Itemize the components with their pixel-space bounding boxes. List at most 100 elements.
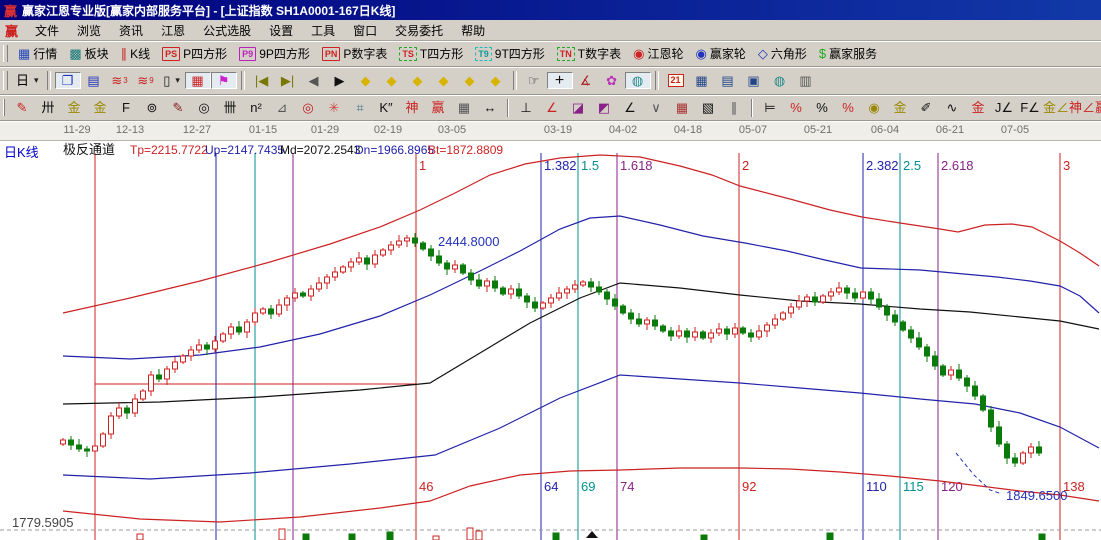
menu-browse[interactable]: 浏览: [68, 23, 110, 39]
ratio-table-tool[interactable]: ⊨: [757, 99, 783, 116]
diamond-zoom-out-button[interactable]: ◆: [457, 72, 483, 89]
p9-square-button[interactable]: P99P四方形: [233, 43, 316, 64]
diamond-pan-left-button[interactable]: ◆: [353, 72, 379, 89]
save-button[interactable]: ▣: [741, 72, 767, 89]
percent-line-tool[interactable]: %: [835, 99, 861, 116]
grid123-tool[interactable]: ▦: [451, 99, 477, 116]
angle-lines-tool[interactable]: ∠: [617, 99, 643, 116]
diamond-zoom-in-h-button[interactable]: ◆: [431, 72, 457, 89]
p-square-button[interactable]: PSP四方形: [156, 43, 233, 64]
web-export-button[interactable]: ◍: [767, 72, 793, 89]
toolbar-handle[interactable]: [3, 71, 8, 90]
hexagon-button[interactable]: ◇六角形: [752, 43, 813, 64]
v-lines-tool[interactable]: ∨: [643, 99, 669, 116]
period-select[interactable]: 日▾: [12, 72, 43, 89]
candlestick-chart[interactable]: 1461.382641.5691.618742922.3821102.51152…: [0, 141, 1101, 540]
menu-gann[interactable]: 江恩: [152, 23, 194, 39]
first-bar-button[interactable]: |◀: [249, 72, 275, 89]
t9-square-button[interactable]: T99T四方形: [469, 43, 551, 64]
gann-fan-tool[interactable]: ∠: [539, 99, 565, 116]
quote-button[interactable]: ▦行情: [12, 43, 63, 64]
p-number-button[interactable]: PNP数字表: [316, 43, 394, 64]
brain-tool-button[interactable]: ◍: [625, 72, 651, 89]
menu-news[interactable]: 资讯: [110, 23, 152, 39]
grid-arrow-tool[interactable]: ▧: [695, 99, 721, 116]
gold-angle-tool[interactable]: 金∠: [1043, 99, 1069, 116]
f-comb-tool[interactable]: F: [113, 99, 139, 116]
shen-angle-tool[interactable]: 神∠: [1069, 99, 1095, 116]
notes-button[interactable]: ▤: [715, 72, 741, 89]
crosshair-button[interactable]: +: [547, 72, 573, 89]
prev-bar-button[interactable]: ◀: [301, 72, 327, 89]
winner-service-button[interactable]: $赢家服务: [813, 43, 883, 64]
pattern-button[interactable]: ▦: [185, 72, 211, 89]
kline-button[interactable]: ∥K线: [115, 43, 157, 64]
percent-slash-tool[interactable]: %: [783, 99, 809, 116]
gold-comb-tool[interactable]: 金: [61, 99, 87, 116]
dropdown-arrow-icon[interactable]: ▾: [175, 75, 180, 86]
comb-tool[interactable]: 卅: [35, 99, 61, 116]
wave9-button[interactable]: ≋9: [133, 72, 159, 89]
menu-trade[interactable]: 交易委托: [386, 23, 452, 39]
t-square-button[interactable]: TST四方形: [393, 43, 469, 64]
angle-ruler-tool[interactable]: ⊿: [269, 99, 295, 116]
menu-settings[interactable]: 设置: [260, 23, 302, 39]
wave-tool[interactable]: ∿: [939, 99, 965, 116]
t-number-button[interactable]: TNT数字表: [551, 43, 627, 64]
info-panel-button[interactable]: ▤: [81, 72, 107, 89]
window-layout-button[interactable]: ❐: [55, 72, 81, 89]
web-grid-tool[interactable]: ⌗: [347, 99, 373, 116]
toolbar-handle[interactable]: [3, 45, 8, 63]
gann-wheel-button[interactable]: ◉江恩轮: [627, 43, 689, 64]
toolbar-handle[interactable]: [3, 99, 5, 117]
menu-help[interactable]: 帮助: [452, 23, 494, 39]
n2-tool[interactable]: n²: [243, 99, 269, 116]
gold-comb2-tool[interactable]: 金: [87, 99, 113, 116]
menu-file[interactable]: 文件: [26, 23, 68, 39]
cycle-circle-tool[interactable]: ◎: [191, 99, 217, 116]
brush-tool[interactable]: ✎: [9, 99, 35, 116]
next-bar-button[interactable]: ▶: [327, 72, 353, 89]
shen-comb-tool[interactable]: 神: [399, 99, 425, 116]
gold-red-tool[interactable]: 金: [965, 99, 991, 116]
j-angle-tool[interactable]: J∠: [991, 99, 1017, 116]
menu-formula-picker[interactable]: 公式选股: [194, 23, 260, 39]
candle-style-button[interactable]: ▯▾: [159, 72, 185, 89]
spiral-tool[interactable]: ⊚: [139, 99, 165, 116]
flag-button[interactable]: ⚑: [211, 72, 237, 89]
k-quote-tool[interactable]: K″: [373, 99, 399, 116]
dropdown-arrow-icon[interactable]: ▾: [34, 75, 39, 86]
pen-flag-tool[interactable]: ✐: [913, 99, 939, 116]
starburst-tool[interactable]: ✳: [321, 99, 347, 116]
menu-tools[interactable]: 工具: [302, 23, 344, 39]
winner-wheel-button[interactable]: ◉赢家轮: [690, 43, 752, 64]
last-bar-button[interactable]: ▶|: [275, 72, 301, 89]
pencil-red-tool[interactable]: ✎: [165, 99, 191, 116]
ying-comb-tool[interactable]: 赢: [425, 99, 451, 116]
menu-window[interactable]: 窗口: [344, 23, 386, 39]
angle-tool-button[interactable]: ∡: [573, 72, 599, 89]
fan-box-tool[interactable]: ◪: [565, 99, 591, 116]
circle-target-tool[interactable]: ◎: [295, 99, 321, 116]
gold-line-tool[interactable]: 金: [887, 99, 913, 116]
comb-dense-tool[interactable]: 卌: [217, 99, 243, 116]
calendar-button[interactable]: 21: [663, 72, 689, 89]
parallel-lines-tool[interactable]: ∥: [721, 99, 747, 116]
diamond-zoom-out-h-button[interactable]: ◆: [405, 72, 431, 89]
flower-tool-button[interactable]: ✿: [599, 72, 625, 89]
fan-box2-tool[interactable]: ◩: [591, 99, 617, 116]
tsquare-tool[interactable]: ⊥: [513, 99, 539, 116]
f-angle-tool[interactable]: F∠: [1017, 99, 1043, 116]
width-arrow-tool[interactable]: ↔: [477, 99, 503, 116]
diamond-pan-right-button[interactable]: ◆: [379, 72, 405, 89]
gold-circle-tool[interactable]: ◉: [861, 99, 887, 116]
calculator-button[interactable]: ▦: [689, 72, 715, 89]
diamond-zoom-in-button[interactable]: ◆: [483, 72, 509, 89]
percent-tool[interactable]: %: [809, 99, 835, 116]
ying-angle-tool[interactable]: 赢∠: [1095, 99, 1101, 116]
hand-tool-button[interactable]: ☞: [521, 72, 547, 89]
sector-button[interactable]: ▩板块: [63, 43, 114, 64]
wave3-button[interactable]: ≋3: [107, 72, 133, 89]
print-button[interactable]: ▥: [793, 72, 819, 89]
grid-red-tool[interactable]: ▦: [669, 99, 695, 116]
